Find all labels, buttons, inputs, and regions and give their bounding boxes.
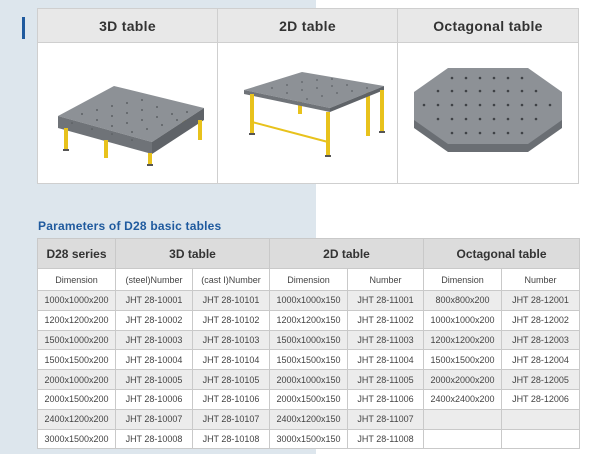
product-types-table: 3D table 2D table Octagonal table [37, 8, 579, 184]
parameters-title: Parameters of D28 basic tables [38, 219, 222, 233]
product-title-octagonal: Octagonal table [397, 8, 579, 43]
table-row: 2000x1000x200 JHT 28-10005 JHT 28-10105 200… [37, 369, 580, 390]
table-cell: JHT 28-10004 [115, 349, 193, 371]
table-cell: JHT 28-11002 [347, 309, 424, 331]
product-title-3d: 3D table [37, 8, 218, 43]
table-cell: JHT 28-10106 [192, 388, 270, 410]
subheader-cell: Dimension [423, 268, 502, 291]
table-cell [501, 408, 580, 430]
subheader-cell: Number [347, 268, 424, 291]
table-cell: JHT 28-10005 [115, 369, 193, 390]
table-cell: 3000x1500x150 [269, 428, 348, 450]
table-cell: JHT 28-11004 [347, 349, 424, 371]
table-cell: 800x800x200 [423, 290, 502, 311]
subheader-cell: (steel)Number [115, 268, 193, 291]
table-cell: 2000x1500x200 [37, 388, 116, 410]
table-cell: JHT 28-10103 [192, 329, 270, 351]
table-cell: JHT 28-12004 [501, 349, 580, 371]
table-cell: JHT 28-10008 [115, 428, 193, 450]
group-header-series: D28 series [37, 238, 116, 269]
table-row: 2000x1500x200 JHT 28-10006 JHT 28-10106 200… [37, 388, 580, 410]
2d-welding-table-image [243, 72, 385, 157]
table-cell: JHT 28-10105 [192, 369, 270, 390]
table-cell: 1000x1000x200 [423, 309, 502, 331]
table-cell: 1000x1000x150 [269, 290, 348, 311]
table-cell: 1500x1500x150 [269, 349, 348, 371]
table-cell: JHT 28-10002 [115, 309, 193, 331]
table-cell: JHT 28-10007 [115, 408, 193, 430]
table-cell: 2400x1200x200 [37, 408, 116, 430]
product-image-cell-octagonal [397, 42, 579, 184]
product-title-2d: 2D table [217, 8, 398, 43]
subheader-cell: (cast I)Number [192, 268, 270, 291]
table-cell: JHT 28-10108 [192, 428, 270, 450]
table-cell: 2000x1000x150 [269, 369, 348, 390]
table-row: 1200x1200x200 JHT 28-10002 JHT 28-10102 120… [37, 309, 580, 331]
table-row: 1500x1000x200 JHT 28-10003 JHT 28-10103 150… [37, 329, 580, 351]
table-cell: 1200x1200x150 [269, 309, 348, 331]
table-cell: JHT 28-10006 [115, 388, 193, 410]
table-cell: JHT 28-10107 [192, 408, 270, 430]
table-cell: JHT 28-11001 [347, 290, 424, 311]
table-row: 1500x1500x200 JHT 28-10004 JHT 28-10104 150… [37, 349, 580, 371]
table-cell: 2400x2400x200 [423, 388, 502, 410]
table-cell: JHT 28-11003 [347, 329, 424, 351]
table-cell: 1500x1000x200 [37, 329, 116, 351]
table-cell [423, 408, 502, 430]
table-cell: 2000x2000x200 [423, 369, 502, 390]
table-cell: JHT 28-11005 [347, 369, 424, 390]
table-cell: 1500x1000x150 [269, 329, 348, 351]
table-cell: 1500x1500x200 [423, 349, 502, 371]
group-header-2d: 2D table [269, 238, 424, 269]
table-cell: 1200x1200x200 [423, 329, 502, 351]
table-row: 1000x1000x200 JHT 28-10001 JHT 28-10101 100… [37, 290, 580, 311]
subheader-cell: Number [501, 268, 580, 291]
table-row: 2400x1200x200 JHT 28-10007 JHT 28-10107 240… [37, 408, 580, 430]
table-cell: JHT 28-12002 [501, 309, 580, 331]
table-cell: JHT 28-11006 [347, 388, 424, 410]
product-image-cell-3d [37, 42, 218, 184]
group-header-octagonal: Octagonal table [423, 238, 580, 269]
subheader-cell: Dimension [269, 268, 348, 291]
table-cell: 2000x1000x200 [37, 369, 116, 390]
table-row: 3000x1500x200 JHT 28-10008 JHT 28-10108 300… [37, 428, 580, 450]
table-cell: JHT 28-10104 [192, 349, 270, 371]
table-cell: JHT 28-11008 [347, 428, 424, 450]
table-cell: 2000x1500x150 [269, 388, 348, 410]
table-cell: 1500x1500x200 [37, 349, 116, 371]
table-cell: JHT 28-10003 [115, 329, 193, 351]
table-cell [423, 428, 502, 450]
table-cell: 1000x1000x200 [37, 290, 116, 311]
group-header-3d: 3D table [115, 238, 270, 269]
table-cell: 2400x1200x150 [269, 408, 348, 430]
table-cell: JHT 28-12003 [501, 329, 580, 351]
table-cell: JHT 28-10101 [192, 290, 270, 311]
table-cell: 1200x1200x200 [37, 309, 116, 331]
octagonal-table-image [414, 68, 562, 152]
table-cell: 3000x1500x200 [37, 428, 116, 450]
section-accent-bar [22, 17, 25, 39]
table-cell: JHT 28-12006 [501, 388, 580, 410]
table-cell: JHT 28-12005 [501, 369, 580, 390]
product-image-cell-2d [217, 42, 398, 184]
table-cell: JHT 28-10001 [115, 290, 193, 311]
parameters-table: D28 series 3D table 2D table Octagonal t… [37, 238, 580, 450]
table-cell: JHT 28-12001 [501, 290, 580, 311]
3d-welding-table-image [57, 86, 204, 166]
subheader-cell: Dimension [37, 268, 116, 291]
table-cell: JHT 28-10102 [192, 309, 270, 331]
table-cell [501, 428, 580, 450]
table-cell: JHT 28-11007 [347, 408, 424, 430]
